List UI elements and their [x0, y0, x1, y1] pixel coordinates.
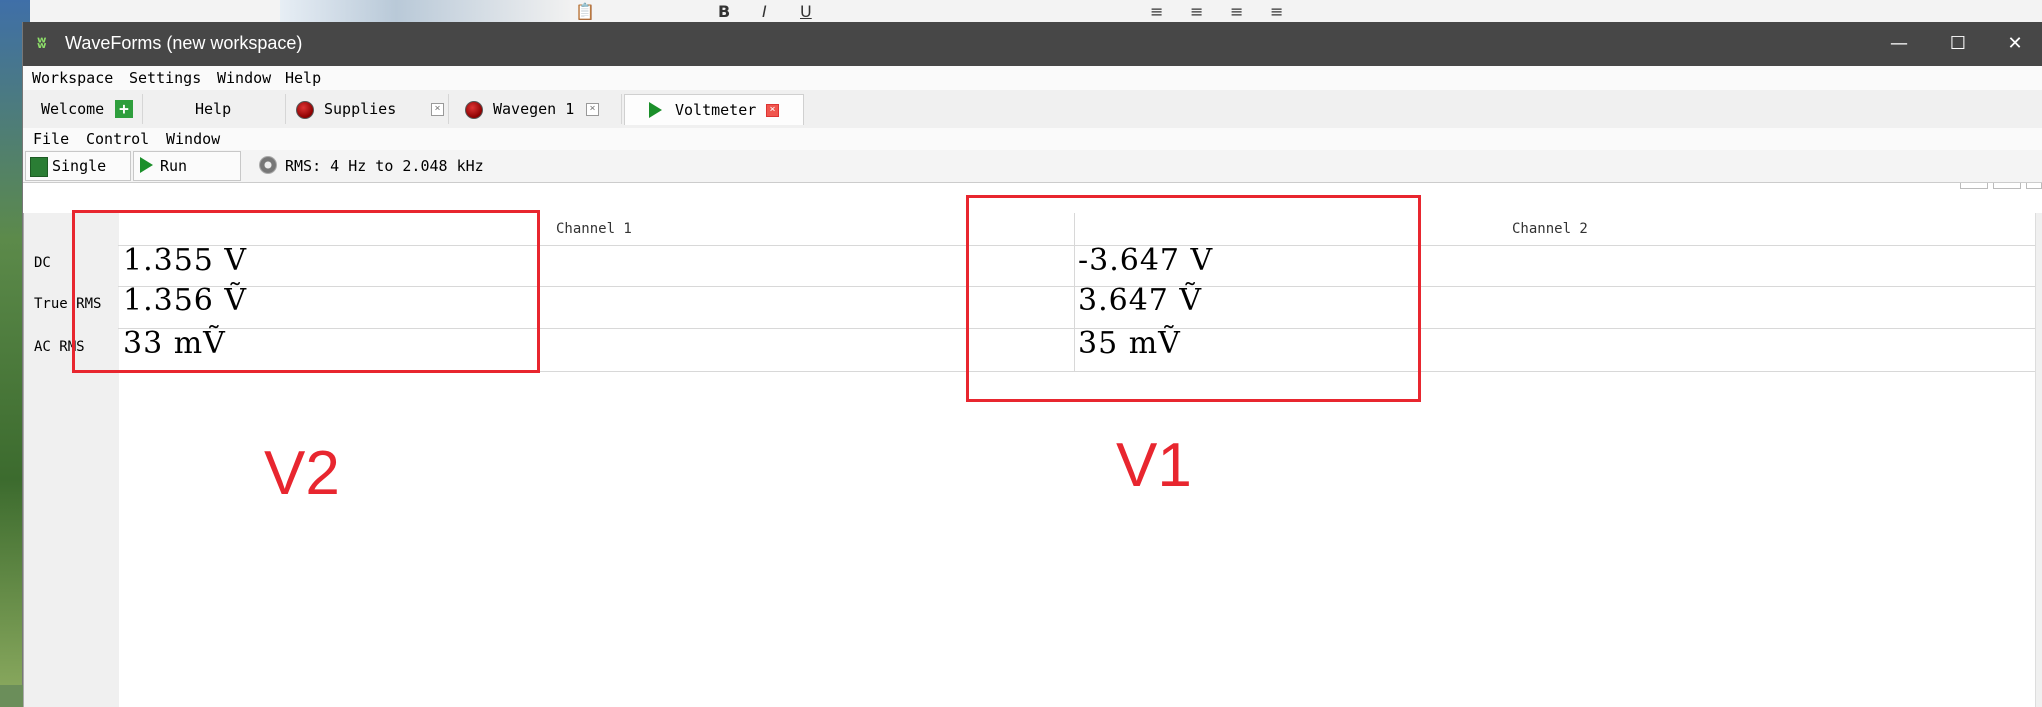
close-tab-icon[interactable]: × [766, 104, 779, 117]
tab-voltmeter[interactable]: Voltmeter × [624, 94, 804, 125]
menu-help[interactable]: Help [285, 69, 321, 87]
channel-1-header: Channel 1 [556, 221, 632, 237]
tab-label: Supplies [324, 100, 397, 118]
minimize-button[interactable]: — [1879, 28, 1919, 60]
annotation-box-v2 [72, 210, 540, 373]
tab-wavegen[interactable]: Wavegen 1 × [451, 94, 622, 124]
vertical-scrollbar[interactable] [2035, 213, 2042, 707]
tab-supplies[interactable]: Supplies × [288, 94, 449, 124]
close-tab-icon[interactable]: × [586, 103, 599, 116]
stopped-status-icon [465, 101, 483, 119]
close-button[interactable]: ✕ [1995, 28, 2035, 60]
run-label: Run [160, 157, 188, 175]
run-icon [140, 157, 153, 173]
tab-welcome[interactable]: Welcome + [27, 94, 143, 124]
menu-file[interactable]: File [33, 130, 69, 148]
tab-label: Wavegen 1 [493, 100, 575, 118]
add-instrument-icon[interactable]: + [115, 100, 133, 118]
running-status-icon [649, 102, 662, 118]
single-button[interactable]: Single [25, 151, 131, 181]
menu-control[interactable]: Control [86, 130, 149, 148]
instrument-toolbar: Single Run RMS: 4 Hz to 2.048 kHz [23, 150, 2042, 183]
justify-icon: ≡ [1270, 2, 1284, 21]
window-title: WaveForms (new workspace) [65, 33, 303, 53]
run-button[interactable]: Run [133, 151, 241, 181]
menu-window[interactable]: Window [166, 130, 220, 148]
title-bar: ʬ WaveForms (new workspace) — ☐ ✕ [23, 22, 2042, 66]
bold-icon: B [718, 2, 731, 21]
instrument-menu-bar: File Control Window [23, 128, 2042, 150]
background-artwork [280, 0, 570, 24]
align-right-icon: ≡ [1230, 2, 1244, 21]
italic-icon: I [762, 2, 767, 21]
annotation-label-v2: V2 [264, 439, 340, 508]
channel-2-header: Channel 2 [1512, 221, 1588, 237]
menu-window[interactable]: Window [217, 69, 271, 87]
menu-workspace[interactable]: Workspace [32, 69, 113, 87]
paste-icon: 📋 [575, 2, 595, 21]
menu-settings[interactable]: Settings [129, 69, 201, 87]
single-acquisition-icon [30, 157, 48, 177]
stopped-status-icon [296, 101, 314, 119]
close-tab-icon[interactable]: × [431, 103, 444, 116]
maximize-button[interactable]: ☐ [1938, 28, 1978, 60]
row-label-dc: DC [34, 255, 51, 271]
align-left-icon: ≡ [1150, 2, 1164, 21]
menu-bar: Workspace Settings Window Help [23, 66, 2042, 90]
tab-help[interactable]: Help [145, 94, 286, 124]
annotation-box-v1 [966, 195, 1421, 402]
single-label: Single [52, 157, 107, 175]
annotation-label-v1: V1 [1116, 431, 1192, 500]
underline-icon: U [800, 2, 812, 21]
waveforms-logo-icon: ʬ [37, 33, 47, 52]
tab-label: Voltmeter [675, 101, 757, 119]
align-center-icon: ≡ [1190, 2, 1204, 21]
rms-settings-icon[interactable] [259, 156, 277, 174]
tab-label: Welcome [41, 100, 105, 118]
tab-label: Help [195, 100, 232, 118]
rms-range-text: RMS: 4 Hz to 2.048 kHz [285, 157, 484, 175]
